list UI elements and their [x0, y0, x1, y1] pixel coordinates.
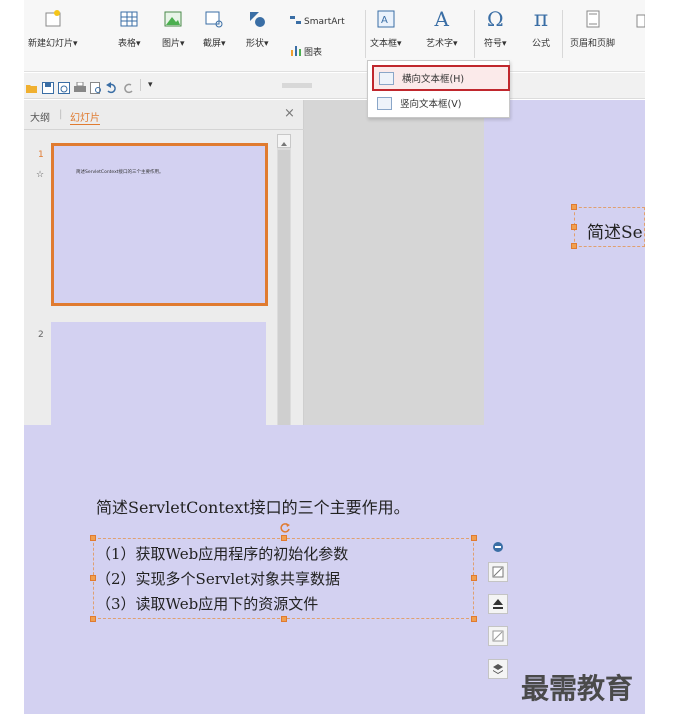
screenshot-icon — [203, 8, 225, 30]
close-icon[interactable]: × — [284, 106, 295, 121]
more-ribbon-icon — [636, 12, 645, 62]
fill-style-icon[interactable] — [488, 562, 508, 582]
slide-canvas[interactable]: 简述Se — [484, 100, 645, 425]
textbox-icon: A — [375, 8, 397, 30]
slide-number: 1 — [38, 150, 44, 160]
shape-button[interactable]: 形状▾ — [246, 8, 269, 49]
slide-number: 2 — [38, 330, 44, 340]
picture-button[interactable]: 图片▾ — [162, 8, 185, 49]
slide-thumbnail-2[interactable] — [51, 322, 266, 425]
textbox-dropdown-menu: 横向文本框(H) 竖向文本框(V) — [367, 60, 510, 118]
table-icon — [118, 8, 140, 30]
ribbon-separator — [365, 10, 366, 58]
watermark-logo: 最需教育 — [521, 672, 634, 705]
omega-icon: Ω — [486, 7, 504, 31]
undo-icon[interactable] — [106, 79, 118, 94]
qat-more-button[interactable]: ▾ — [148, 79, 160, 91]
ribbon-separator — [474, 10, 475, 58]
header-footer-icon — [582, 8, 604, 30]
scroll-up-button[interactable] — [277, 134, 291, 148]
resize-handle[interactable] — [281, 616, 287, 622]
question-text: 简述ServletContext接口的三个主要作用。 — [96, 498, 410, 517]
menu-item-horizontal-textbox[interactable]: 横向文本框(H) — [372, 65, 510, 91]
resize-handle[interactable] — [90, 575, 96, 581]
ribbon-toolbar: 新建幻灯片▾ 表格▾ 图片▾ 截屏▾ 形状▾ SmartArt 图表 A 文本框… — [24, 0, 645, 72]
panel-tabs: 大纲 | 幻灯片 × — [24, 100, 304, 130]
layers-icon[interactable] — [488, 659, 508, 679]
quick-access-toolbar: ▾ — [24, 73, 645, 99]
resize-handle[interactable] — [281, 535, 287, 541]
save-as-icon[interactable] — [58, 79, 70, 94]
resize-handle[interactable] — [571, 243, 577, 249]
new-slide-icon — [42, 8, 64, 30]
picture-icon — [162, 8, 184, 30]
smartart-button[interactable]: SmartArt — [290, 15, 345, 28]
wordart-icon: A — [434, 7, 449, 31]
horizontal-textbox-icon — [379, 71, 394, 85]
shape-fill-icon[interactable] — [488, 594, 508, 614]
resize-handle[interactable] — [90, 535, 96, 541]
outline-style-icon[interactable] — [488, 626, 508, 646]
animation-star-icon: ☆ — [36, 170, 45, 180]
resize-handle[interactable] — [571, 204, 577, 210]
slide-panel: 大纲 | 幻灯片 × 1 ☆ 简述ServletContext接口的三个主要作用… — [24, 100, 304, 425]
collapse-icon[interactable] — [488, 537, 508, 557]
scroll-thumb[interactable] — [278, 150, 290, 425]
resize-handle[interactable] — [471, 575, 477, 581]
menu-item-vertical-textbox[interactable]: 竖向文本框(V) — [372, 92, 506, 114]
slide-title-textbox[interactable]: 简述Se — [574, 207, 645, 247]
tab-slides[interactable]: 幻灯片 — [70, 109, 100, 125]
qat-blur-strip — [282, 83, 312, 88]
new-slide-button[interactable]: 新建幻灯片▾ — [28, 8, 78, 49]
answer-line: （2）实现多个Servlet对象共享数据 — [96, 570, 341, 588]
answer-line: （1）获取Web应用程序的初始化参数 — [96, 545, 349, 563]
qat-separator — [140, 79, 141, 91]
chart-icon — [290, 44, 302, 59]
symbol-button[interactable]: Ω 符号▾ — [484, 7, 507, 49]
chart-button[interactable]: 图表 — [290, 44, 322, 59]
textbox-button[interactable]: A 文本框▾ — [370, 8, 402, 49]
wordart-button[interactable]: A 艺术字▾ — [426, 7, 458, 49]
pi-icon: π — [533, 6, 549, 32]
header-footer-button[interactable]: 页眉和页脚 — [570, 8, 615, 49]
formula-button[interactable]: π 公式 — [530, 6, 552, 50]
answer-textbox[interactable]: （1）获取Web应用程序的初始化参数 （2）实现多个Servlet对象共享数据 … — [93, 538, 474, 619]
slide-thumbnail-1[interactable]: 简述ServletContext接口的三个主要作用。 — [51, 143, 268, 306]
panel-scrollbar[interactable] — [277, 134, 291, 425]
open-folder-icon[interactable] — [26, 79, 38, 93]
resize-handle[interactable] — [90, 616, 96, 622]
slide-title-text: 简述Se — [587, 223, 643, 243]
print-icon[interactable] — [74, 79, 86, 92]
vertical-textbox-icon — [377, 96, 392, 110]
print-preview-icon[interactable] — [90, 79, 102, 94]
rotate-handle-icon[interactable] — [279, 519, 291, 533]
resize-handle[interactable] — [571, 224, 577, 230]
shape-icon — [246, 8, 268, 30]
slide-canvas-background — [304, 100, 484, 425]
tab-divider: | — [59, 109, 63, 120]
thumbnail-title: 简述ServletContext接口的三个主要作用。 — [76, 170, 164, 175]
ribbon-separator — [562, 10, 563, 58]
smartart-icon — [290, 15, 302, 28]
screenshot-button[interactable]: 截屏▾ — [203, 8, 226, 49]
answer-line: （3）读取Web应用下的资源文件 — [96, 595, 319, 613]
redo-icon[interactable] — [122, 79, 134, 94]
save-icon[interactable] — [42, 79, 54, 94]
tab-outline[interactable]: 大纲 — [30, 109, 50, 124]
table-button[interactable]: 表格▾ — [118, 8, 141, 49]
resize-handle[interactable] — [471, 535, 477, 541]
answer-lines: （1）获取Web应用程序的初始化参数 （2）实现多个Servlet对象共享数据 … — [96, 542, 348, 617]
svg-text:A: A — [381, 15, 388, 26]
resize-handle[interactable] — [471, 616, 477, 622]
